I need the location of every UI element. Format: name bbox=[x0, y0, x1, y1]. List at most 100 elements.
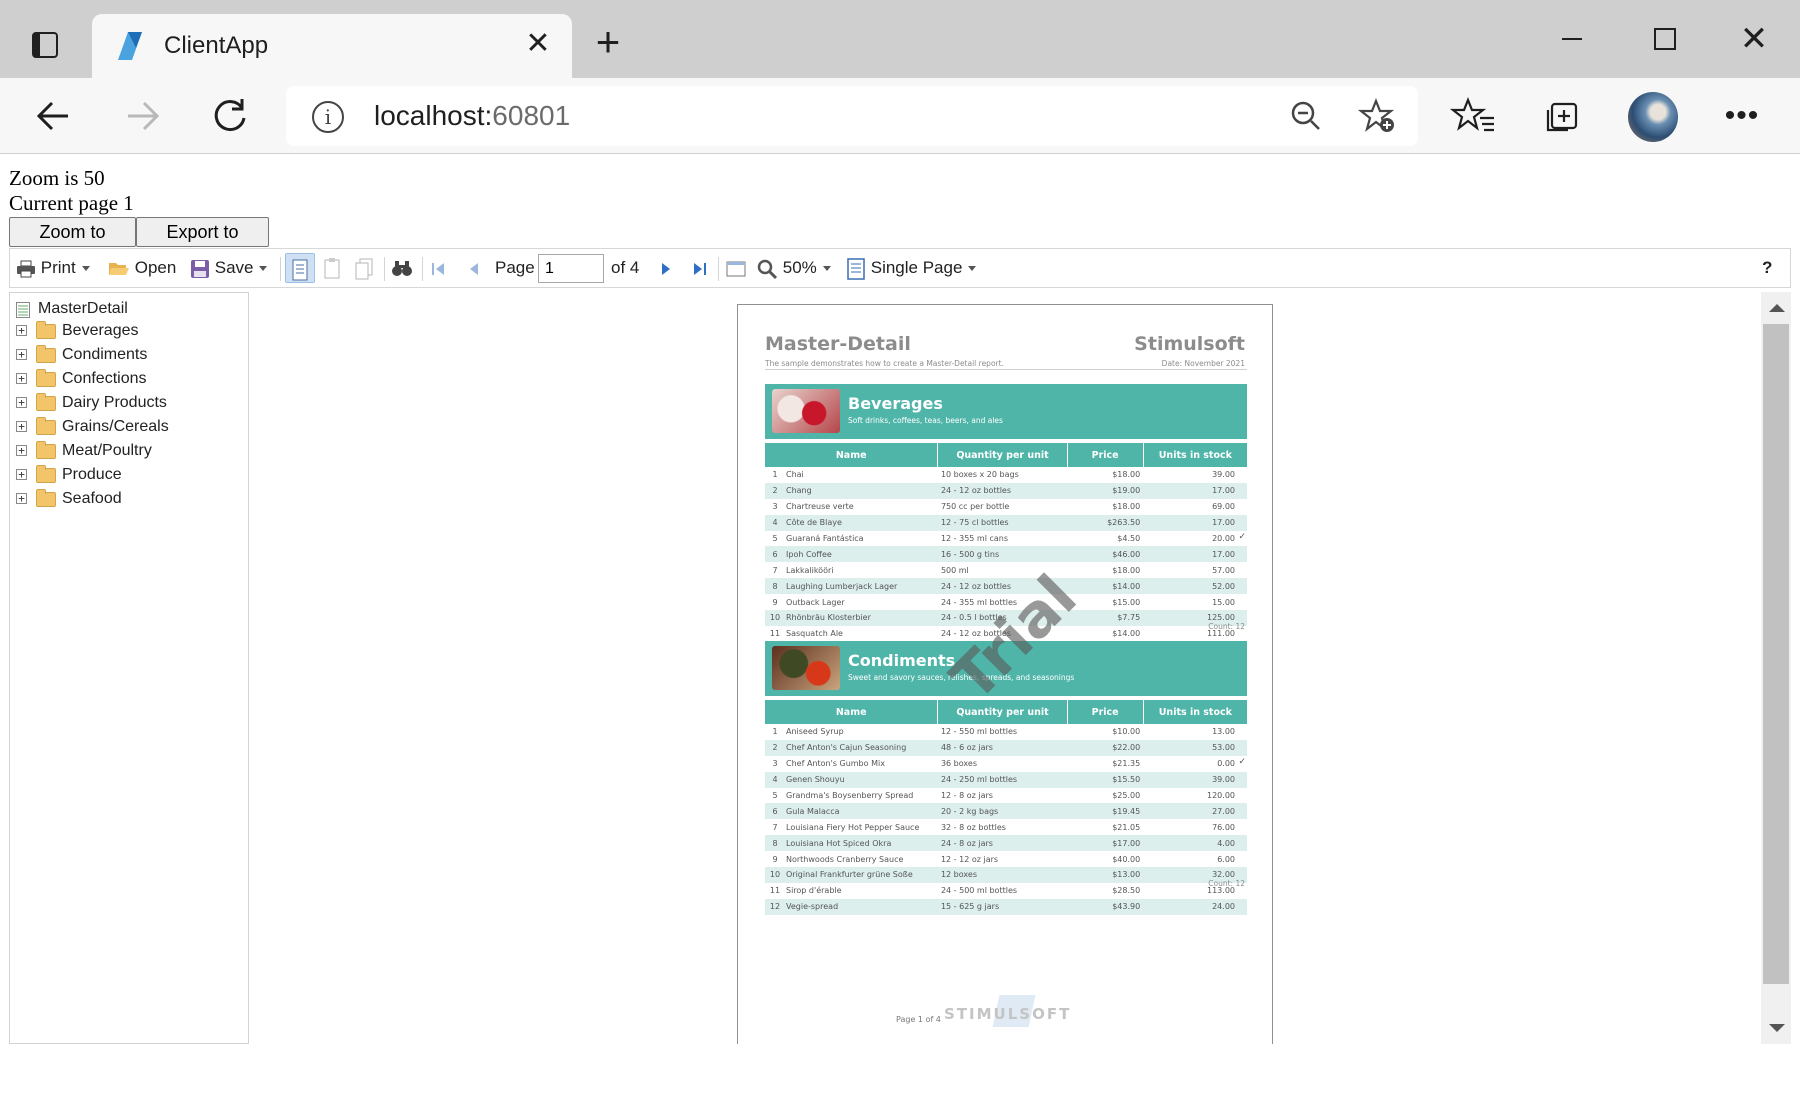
discontinued-check-icon: ✓ bbox=[1238, 756, 1246, 767]
quantity-cell: 32 - 8 oz bottles bbox=[940, 822, 1006, 832]
quantity-cell: 24 - 12 oz bottles bbox=[937, 482, 1068, 499]
row-number: 9 bbox=[772, 597, 778, 607]
parameters-icon bbox=[324, 257, 340, 279]
export-to-pdf-button[interactable]: Export to PDF bbox=[136, 217, 269, 270]
expand-icon[interactable]: + bbox=[16, 493, 27, 504]
product-name-cell: 7 Lakkalikööri bbox=[765, 562, 938, 578]
first-page-button[interactable] bbox=[428, 253, 450, 283]
stock-value: 13.00 bbox=[1212, 727, 1235, 737]
resources-button[interactable] bbox=[352, 253, 378, 283]
expand-icon[interactable]: + bbox=[16, 445, 27, 456]
stock-value: 17.00 bbox=[1212, 518, 1235, 528]
expand-icon[interactable]: + bbox=[16, 397, 27, 408]
parameters-button[interactable] bbox=[320, 253, 346, 283]
bookmarks-toggle-button[interactable] bbox=[285, 253, 315, 283]
expand-icon[interactable]: + bbox=[16, 325, 27, 336]
previous-page-button[interactable] bbox=[464, 253, 486, 283]
scrollbar-thumb[interactable] bbox=[1763, 324, 1789, 984]
back-icon[interactable] bbox=[28, 90, 80, 142]
menu-icon[interactable]: ••• bbox=[1718, 92, 1766, 140]
expand-icon[interactable]: + bbox=[16, 373, 27, 384]
price-cell: $21.05 bbox=[1112, 822, 1141, 832]
print-button[interactable]: Print bbox=[16, 253, 90, 283]
category-count: Count: 12 bbox=[1208, 622, 1245, 631]
stock-value: 27.00 bbox=[1212, 806, 1235, 816]
add-favorite-icon[interactable] bbox=[1357, 96, 1398, 136]
row-number: 10 bbox=[769, 613, 781, 623]
open-button[interactable]: Open bbox=[108, 253, 176, 283]
product-name-cell: 8 Louisiana Hot Spiced Okra bbox=[765, 835, 938, 852]
vertical-scrollbar[interactable] bbox=[1761, 292, 1791, 1044]
expand-icon[interactable]: + bbox=[16, 469, 27, 480]
forward-icon[interactable] bbox=[116, 90, 168, 142]
quantity-cell: 48 - 6 oz jars bbox=[937, 739, 1068, 756]
row-number: 1 bbox=[772, 727, 778, 737]
product-name: Guaraná Fantástica bbox=[786, 534, 864, 543]
report-viewer: Print Open Save Page 1 of 4 50% Single P… bbox=[9, 248, 1791, 1100]
url-text[interactable]: localhost:60801 bbox=[374, 100, 570, 132]
table-row: 8 Louisiana Hot Spiced Okra 24 - 8 oz jars… bbox=[765, 835, 1247, 852]
scroll-down-icon[interactable] bbox=[1769, 1024, 1785, 1032]
table-row: 2 Chef Anton's Cajun Seasoning 48 - 6 oz j… bbox=[765, 739, 1247, 756]
report-icon bbox=[16, 302, 30, 318]
address-bar[interactable]: i localhost:60801 bbox=[286, 86, 1418, 146]
price-cell: $21.35 bbox=[1112, 759, 1141, 769]
stock-value: 39.00 bbox=[1212, 470, 1235, 480]
tab-actions-icon[interactable] bbox=[22, 26, 70, 66]
row-number: 7 bbox=[772, 822, 778, 832]
table-row: 9 Northwoods Cranberry Sauce 12 - 12 oz ja… bbox=[765, 851, 1247, 867]
price-cell: $10.00 bbox=[1112, 727, 1141, 737]
viewer-toolbar: Print Open Save Page 1 of 4 50% Single P… bbox=[9, 248, 1791, 288]
stock-value: 52.00 bbox=[1212, 581, 1235, 591]
view-mode-dropdown[interactable]: Single Page bbox=[846, 253, 977, 283]
browser-tab[interactable]: ClientApp ✕ bbox=[92, 14, 572, 78]
stock-value: 53.00 bbox=[1212, 743, 1235, 753]
info-icon[interactable]: i bbox=[312, 101, 344, 133]
expand-icon[interactable]: + bbox=[16, 349, 27, 360]
zoom-out-icon[interactable] bbox=[1286, 96, 1326, 136]
column-header: Name bbox=[765, 443, 938, 467]
page-number-input[interactable]: 1 bbox=[538, 254, 604, 283]
help-button[interactable]: ? bbox=[1762, 253, 1772, 283]
stock-cell: 53.00 bbox=[1143, 739, 1247, 756]
maximize-button[interactable] bbox=[1634, 14, 1694, 64]
last-page-button[interactable] bbox=[690, 253, 712, 283]
save-button[interactable]: Save bbox=[190, 253, 268, 283]
row-number: 11 bbox=[769, 629, 781, 639]
stock-value: 0.00 bbox=[1217, 759, 1235, 769]
row-number: 6 bbox=[772, 549, 778, 559]
close-tab-icon[interactable]: ✕ bbox=[522, 28, 554, 60]
close-window-button[interactable]: ✕ bbox=[1724, 14, 1784, 64]
minimize-button[interactable] bbox=[1542, 14, 1602, 64]
quantity-cell: 12 - 12 oz jars bbox=[940, 854, 999, 864]
profile-avatar[interactable] bbox=[1628, 92, 1678, 142]
scroll-up-icon[interactable] bbox=[1769, 304, 1785, 312]
zoom-dropdown[interactable]: 50% bbox=[756, 253, 831, 283]
collections-icon[interactable] bbox=[1538, 92, 1586, 140]
next-page-button[interactable] bbox=[656, 253, 678, 283]
report-preview-area[interactable]: Master-Detail Stimulsoft The sample demo… bbox=[250, 292, 1791, 1044]
product-name-cell: 2 Chef Anton's Cajun Seasoning bbox=[765, 739, 938, 756]
folder-icon bbox=[36, 393, 56, 411]
product-name: Sirop d'érable bbox=[786, 886, 842, 896]
binoculars-icon bbox=[392, 260, 412, 276]
stock-cell: 76.00 bbox=[1143, 819, 1247, 835]
product-name: Vegie-spread bbox=[786, 902, 839, 912]
row-number: 9 bbox=[772, 854, 778, 864]
find-button[interactable] bbox=[390, 253, 416, 283]
new-tab-button[interactable]: + bbox=[588, 21, 628, 63]
reload-icon[interactable] bbox=[204, 90, 256, 142]
full-screen-button[interactable] bbox=[724, 253, 750, 283]
product-name: Chartreuse verte bbox=[786, 502, 854, 512]
zoom-to-50-button[interactable]: Zoom to 50% bbox=[9, 217, 136, 270]
price-cell: $18.00 bbox=[1112, 470, 1141, 480]
current-page-text: Current page 1 bbox=[9, 191, 134, 215]
favorites-icon[interactable] bbox=[1449, 92, 1498, 140]
row-number: 4 bbox=[772, 518, 778, 528]
expand-icon[interactable]: + bbox=[16, 421, 27, 432]
page-count-label: of 4 bbox=[611, 258, 640, 277]
table-header-row: Name Quantity per unit Price Units in st… bbox=[765, 700, 1247, 724]
header-divider bbox=[765, 369, 1247, 370]
table-row: 7 Louisiana Fiery Hot Pepper Sauce 32 - 8 … bbox=[765, 819, 1247, 835]
price-cell: $43.90 bbox=[1067, 898, 1144, 915]
